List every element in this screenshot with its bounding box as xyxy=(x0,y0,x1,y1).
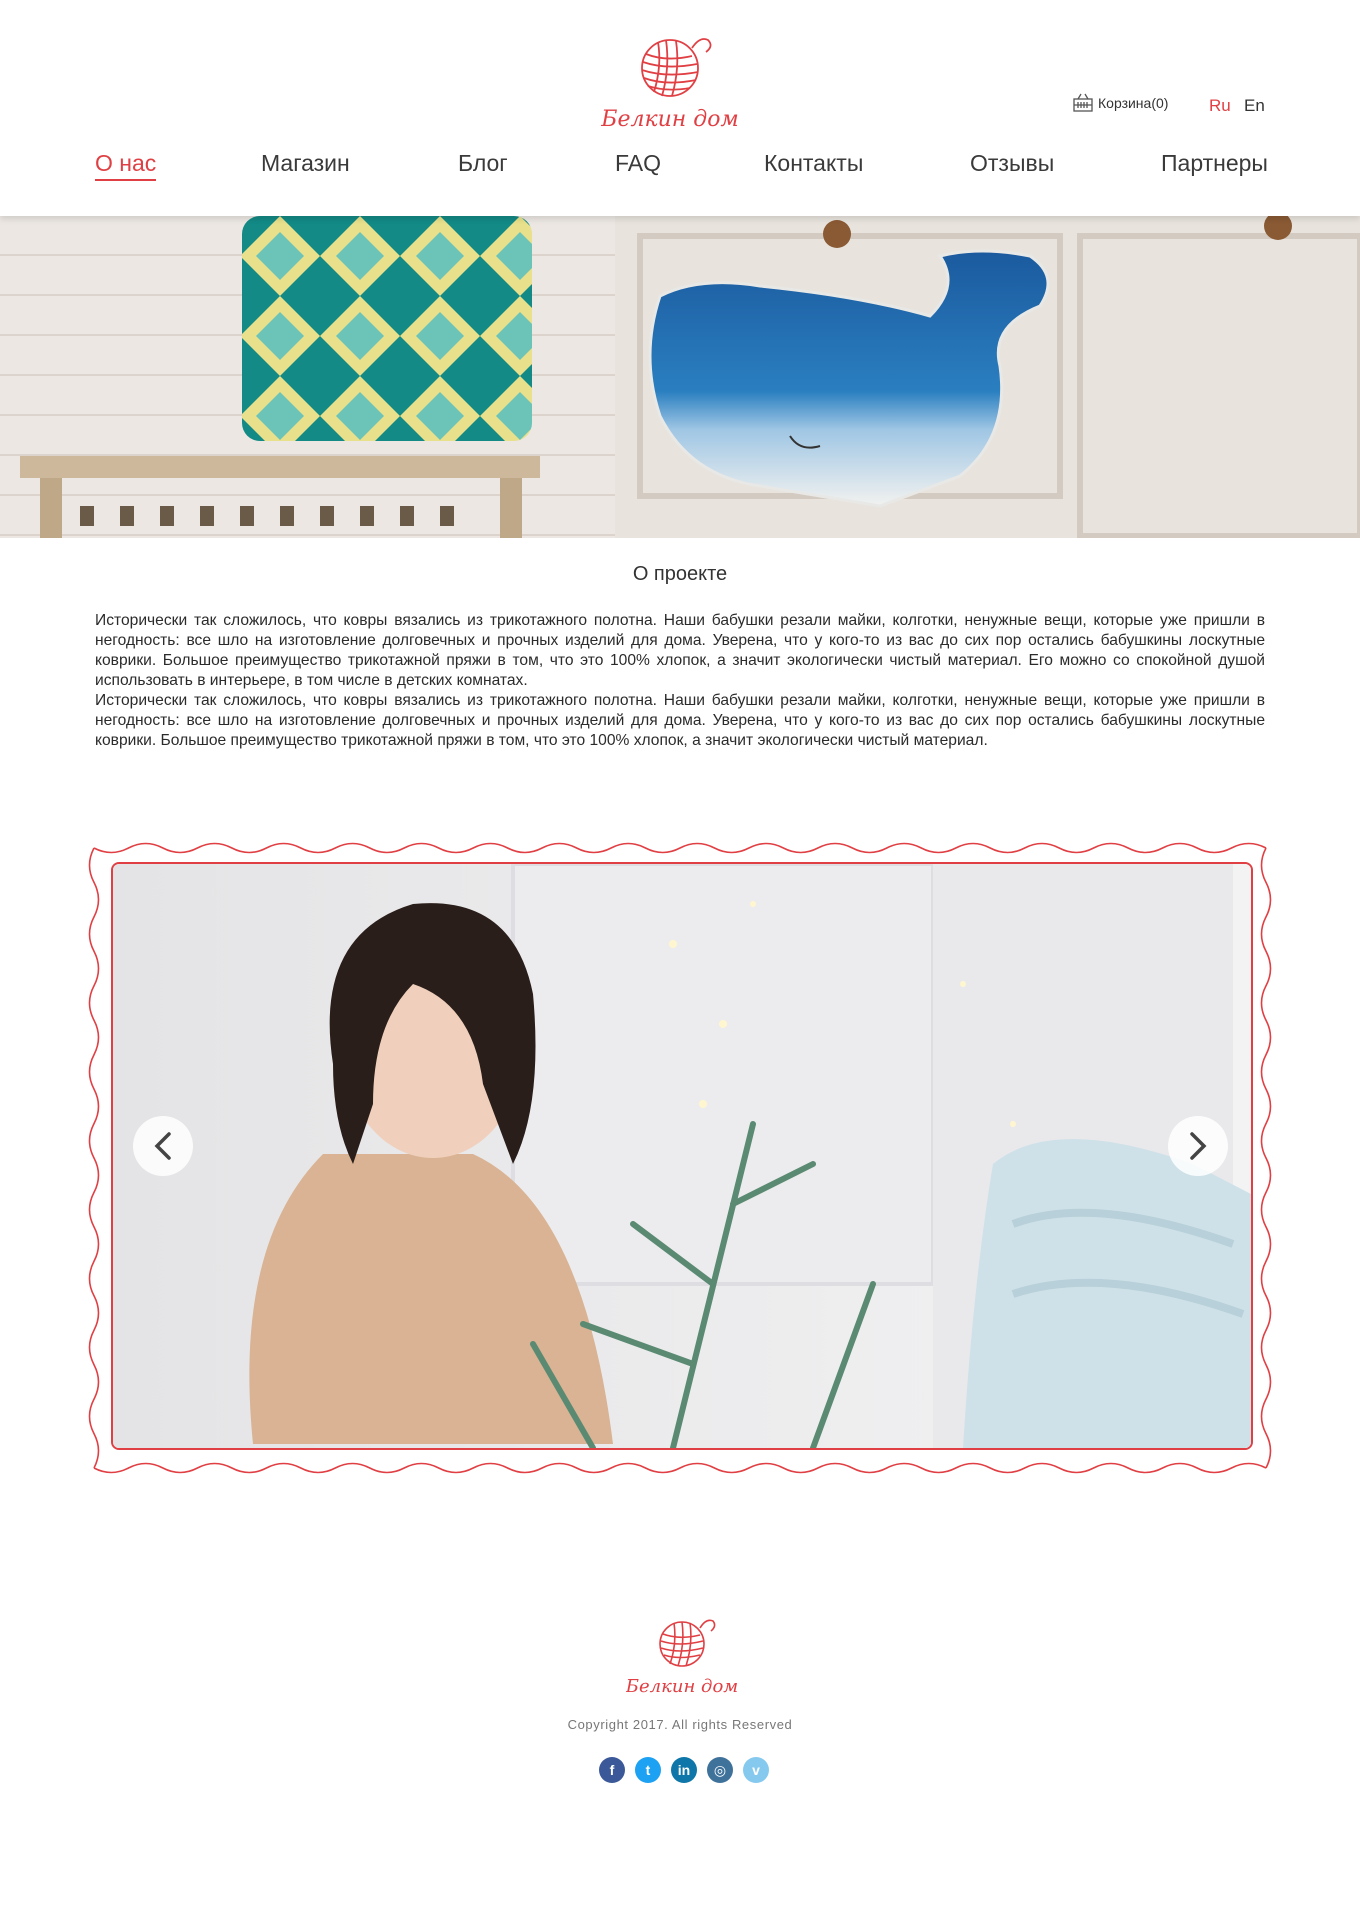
slider-next-button[interactable] xyxy=(1168,1116,1228,1176)
nav-item-partners[interactable]: Партнеры xyxy=(1161,150,1268,177)
linkedin-icon[interactable]: in xyxy=(671,1757,697,1783)
slider-prev-button[interactable] xyxy=(133,1116,193,1176)
instagram-icon[interactable]: ◎ xyxy=(707,1757,733,1783)
brand-logo[interactable]: Белкин дом xyxy=(600,26,740,138)
main-navigation: О нас Магазин Блог FAQ Контакты Отзывы П… xyxy=(0,150,1360,190)
svg-text:Белкин дом: Белкин дом xyxy=(626,1676,738,1697)
cart-label: Корзина(0) xyxy=(1098,95,1169,111)
nav-item-contacts[interactable]: Контакты xyxy=(764,150,863,177)
shopping-basket-icon xyxy=(1073,93,1093,112)
yarn-ball-logo-icon: Белкин дом xyxy=(600,38,739,132)
slide-image xyxy=(111,862,1253,1450)
nav-item-blog[interactable]: Блог xyxy=(458,150,508,177)
chevron-right-icon xyxy=(1190,1132,1207,1160)
chevron-left-icon xyxy=(154,1132,171,1160)
vimeo-icon[interactable]: v xyxy=(743,1757,769,1783)
copyright-text: Copyright 2017. All rights Reserved xyxy=(567,1717,793,1732)
cart-link[interactable]: Корзина(0) xyxy=(1072,92,1168,114)
svg-text:Белкин дом: Белкин дом xyxy=(600,107,738,132)
language-en[interactable]: En xyxy=(1244,96,1265,116)
hero-image xyxy=(0,216,1360,538)
nav-item-faq[interactable]: FAQ xyxy=(615,150,661,177)
nav-item-about[interactable]: О нас xyxy=(95,150,157,181)
footer-logo[interactable]: Белкин дом xyxy=(625,1610,738,1700)
about-paragraph: Исторически так сложилось, что ковры вяз… xyxy=(95,612,1265,689)
nav-item-shop[interactable]: Магазин xyxy=(261,150,350,177)
nav-item-reviews[interactable]: Отзывы xyxy=(970,150,1054,177)
language-ru[interactable]: Ru xyxy=(1209,96,1231,116)
about-paragraph: Исторически так сложилось, что ковры вяз… xyxy=(95,692,1265,749)
facebook-icon[interactable]: f xyxy=(599,1757,625,1783)
yarn-ball-logo-icon: Белкин дом xyxy=(625,1619,738,1697)
image-slider xyxy=(80,834,1280,1482)
twitter-icon[interactable]: t xyxy=(635,1757,661,1783)
about-text: Исторически так сложилось, что ковры вяз… xyxy=(95,611,1265,751)
social-links: f t in ◎ v xyxy=(599,1757,769,1783)
site-header: Белкин дом Корзина(0) Ru En О нас Магази… xyxy=(0,0,1360,216)
about-title: О проекте xyxy=(632,563,728,585)
